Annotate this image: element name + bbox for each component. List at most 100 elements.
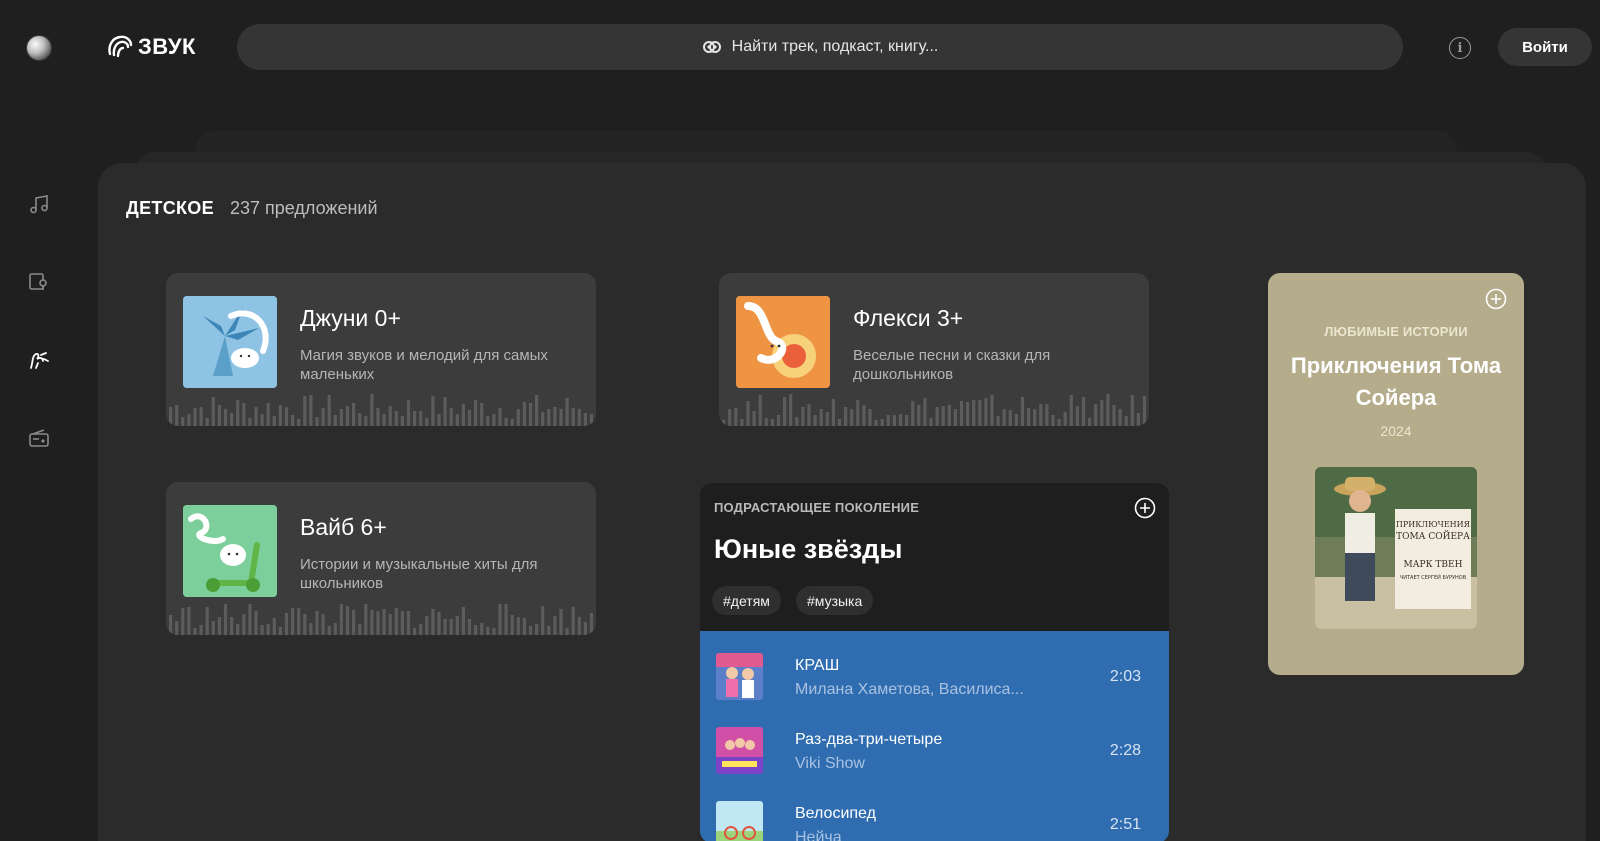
info-icon[interactable]: i	[1449, 37, 1471, 59]
waveform-bar	[278, 627, 282, 635]
waveform-bar	[406, 611, 411, 635]
waveform-bar	[1027, 408, 1031, 426]
waveform-bar	[966, 402, 970, 426]
waveform-bar	[333, 623, 337, 635]
waveform-bar	[327, 626, 331, 635]
waveform-bar	[758, 395, 762, 426]
waveform-bar	[898, 414, 903, 426]
waveform-bar	[941, 406, 945, 426]
podcast-icon[interactable]	[27, 270, 51, 294]
waveform-bar	[856, 400, 860, 426]
waveform-bar	[1002, 409, 1006, 426]
track-row[interactable]: Велосипед Нейча 2:51	[700, 801, 1169, 841]
waveform-bar	[315, 611, 319, 635]
search-icon	[702, 41, 721, 53]
waveform-bar	[565, 398, 569, 426]
waveform-bar	[528, 626, 533, 635]
playlist-eyebrow: ПОДРАСТАЮЩЕЕ ПОКОЛЕНИЕ	[714, 500, 920, 515]
waveform-bar	[1118, 409, 1122, 426]
waveform-bar	[541, 606, 545, 635]
add-playlist-icon[interactable]	[1134, 497, 1156, 519]
book-cover-line-3: МАРК ТВЕН	[1404, 560, 1463, 570]
waveform-bar	[382, 609, 386, 635]
waveform-bar	[242, 614, 246, 635]
age-card-vibe[interactable]: Вайб 6+ Истории и музыкальные хиты для ш…	[166, 482, 596, 635]
waveform-bar	[953, 409, 957, 426]
audiobook-card[interactable]: ЛЮБИМЫЕ ИСТОРИИ Приключения Тома Сойера …	[1268, 273, 1524, 675]
playlist-card[interactable]: ПОДРАСТАЮЩЕЕ ПОКОЛЕНИЕ Юные звёзды #детя…	[700, 483, 1169, 841]
waveform-bar	[837, 419, 842, 426]
waveform-bar	[1069, 395, 1073, 426]
radio-icon[interactable]	[27, 426, 51, 450]
waveform-bar	[795, 417, 799, 426]
waveform-bar	[1094, 404, 1098, 426]
waveform-bar	[211, 397, 215, 426]
login-button[interactable]: Войти	[1498, 28, 1592, 66]
waveform-bar	[193, 408, 197, 426]
waveform-bar	[223, 604, 228, 635]
waveform-bar	[339, 409, 343, 426]
waveform-bar	[996, 416, 1000, 426]
music-note-icon[interactable]	[27, 192, 51, 216]
waveform-bar	[1075, 406, 1079, 426]
waveform-bar	[492, 414, 496, 426]
book-cover-line-4: ЧИТАЕТ СЕРГЕЙ БУРУНОВ	[1400, 574, 1467, 581]
waveform-bar	[248, 418, 252, 426]
search-input[interactable]: Найти трек, подкаст, книгу...	[237, 24, 1403, 70]
waveform-bar	[376, 408, 380, 426]
waveform-bar	[406, 400, 411, 426]
waveform-bar	[486, 627, 490, 635]
waveform-bar	[1088, 418, 1092, 426]
waveform-bar	[242, 403, 246, 426]
waveform-bar	[510, 615, 514, 635]
tag-music[interactable]: #музыка	[796, 586, 874, 615]
waveform-bar	[770, 419, 774, 426]
waveform-bar	[923, 398, 927, 426]
waveform-bar	[181, 608, 185, 635]
book-year: 2024	[1380, 423, 1412, 439]
book-eyebrow: ЛЮБИМЫЕ ИСТОРИИ	[1324, 324, 1468, 339]
waveform-bar	[284, 613, 289, 635]
waveform-bar	[223, 409, 228, 426]
waveform-bar	[272, 416, 276, 426]
age-card-juni[interactable]: Джуни 0+ Магия звуков и мелодий для самы…	[166, 273, 596, 426]
waveform-bar	[443, 397, 447, 426]
waveform-decoration	[722, 394, 1147, 426]
waveform-bar	[516, 617, 520, 635]
waveform-bar	[1112, 405, 1116, 426]
waveform-bar	[1081, 397, 1086, 426]
waveform-bar	[169, 615, 173, 635]
waveform-bar	[303, 614, 307, 635]
waveform-bar	[181, 417, 185, 426]
waveform-bar	[783, 397, 787, 426]
waveform-bar	[850, 409, 854, 426]
age-card-desc: Веселые песни и сказки для дошкольников	[853, 347, 1051, 383]
waveform-bar	[419, 411, 423, 426]
track-row[interactable]: Раз-два-три-четыре Viki Show 2:28	[700, 727, 1169, 801]
waveform-bar	[577, 617, 581, 635]
track-cover	[716, 653, 763, 700]
waveform-bar	[413, 628, 417, 635]
waveform-bar	[187, 414, 191, 426]
waveform-bar	[831, 399, 835, 426]
add-book-icon[interactable]	[1485, 288, 1507, 310]
waveform-bar	[455, 414, 459, 426]
waveform-bar	[352, 610, 356, 635]
waveform-bar	[345, 606, 350, 635]
vibe-cover-image	[183, 505, 277, 597]
theme-toggle-button[interactable]	[27, 36, 51, 60]
waveform-bar	[535, 395, 539, 426]
waveform-bar	[455, 616, 459, 635]
zvuk-logo[interactable]: ЗВУК	[106, 34, 196, 60]
kids-icon[interactable]	[27, 348, 51, 372]
track-row[interactable]: КРАШ Милана Хаметова, Василиса... 2:03	[700, 653, 1169, 727]
waveform-bar	[291, 608, 295, 635]
waveform-bar	[984, 398, 988, 426]
tag-children[interactable]: #детям	[712, 586, 781, 615]
waveform-bar	[789, 394, 793, 426]
waveform-bar	[577, 409, 581, 426]
waveform-bar	[364, 416, 368, 426]
waveform-bar	[400, 611, 404, 635]
waveform-bar	[1130, 395, 1134, 426]
age-card-flexi[interactable]: Флекси 3+ Веселые песни и сказки для дош…	[719, 273, 1149, 426]
